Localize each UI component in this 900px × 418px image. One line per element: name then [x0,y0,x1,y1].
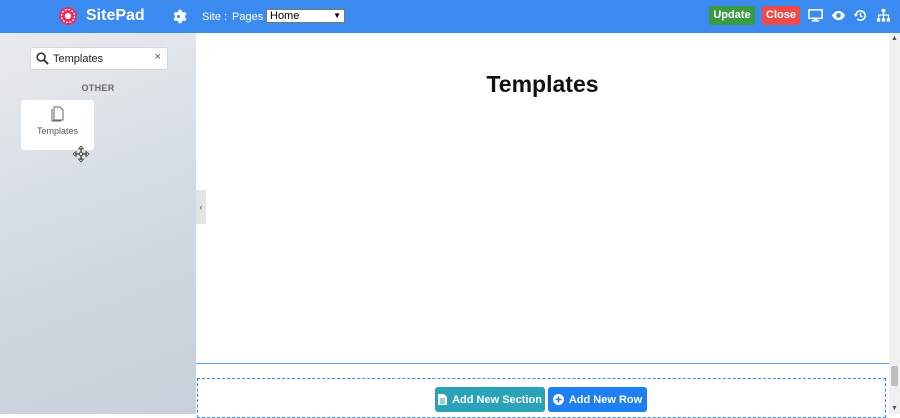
add-new-row-label: Add New Row [568,393,643,406]
close-button[interactable]: Close [762,6,800,25]
brand-name: SitePad [86,7,145,24]
sitemap-icon[interactable] [876,8,891,23]
update-button[interactable]: Update [709,6,755,25]
add-new-section-button[interactable]: Add New Section [435,387,545,412]
search-input[interactable] [53,51,148,67]
settings-gear-icon[interactable] [170,8,187,25]
scroll-up-arrow-icon[interactable]: ▲ [889,35,900,42]
clear-search-button[interactable]: × [155,51,161,63]
widget-category-heading: OTHER [81,83,115,93]
add-new-section-label: Add New Section [452,393,542,406]
document-icon [438,394,448,405]
widget-sidebar: × OTHER Templates [0,33,196,414]
search-icon [36,52,49,65]
widget-label: Templates [36,126,79,136]
history-icon[interactable] [853,8,868,23]
site-label: Site : [202,11,228,23]
section-divider [196,363,889,364]
widget-search[interactable]: × [30,47,168,70]
desktop-icon[interactable] [808,8,823,23]
eye-icon[interactable] [831,8,846,23]
add-new-row-button[interactable]: Add New Row [548,387,647,412]
top-toolbar: SitePad Site : Pages : Home ▼ Update Clo… [0,0,900,33]
page-heading[interactable]: Templates [196,71,889,98]
scroll-down-arrow-icon[interactable]: ▼ [889,405,900,412]
brand: SitePad [0,0,196,33]
move-cursor-icon [72,145,90,163]
sitepad-logo-icon [59,7,77,25]
scroll-thumb[interactable] [891,366,898,386]
canvas-scrollbar[interactable]: ▲ ▼ [889,33,900,414]
pages-select-value: Home [270,10,300,22]
pages-label: Pages : [232,11,270,23]
chevron-left-icon: ‹ [199,202,203,212]
page-canvas: Templates Add New Section Add New Row [196,33,889,418]
plus-circle-icon [552,394,564,405]
widget-templates[interactable]: Templates [21,100,94,150]
collapse-sidebar-button[interactable]: ‹ [196,190,206,224]
file-icon [51,106,64,122]
dropdown-caret-icon: ▼ [333,11,341,20]
pages-select[interactable]: Home ▼ [266,9,345,23]
